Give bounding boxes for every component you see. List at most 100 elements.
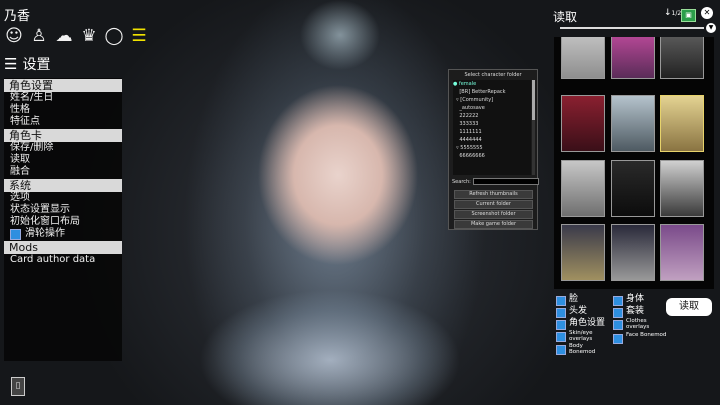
clothes-icon[interactable]: ♛ bbox=[79, 26, 99, 46]
character-card-thumb[interactable] bbox=[561, 160, 605, 217]
load-button[interactable]: 读取 bbox=[666, 298, 712, 316]
close-icon[interactable]: ✕ bbox=[701, 7, 713, 19]
folder-dialog: Select character folder ● female [BR] Be… bbox=[448, 69, 539, 230]
category-skin-eye-overlays[interactable]: Skin/eye overlays bbox=[556, 330, 609, 342]
face-icon[interactable]: ☺ bbox=[4, 26, 24, 46]
list-icon[interactable]: ☰ bbox=[129, 26, 149, 46]
category-character-settings-checkbox[interactable] bbox=[556, 320, 566, 330]
screenshot-folder-button[interactable]: Screenshot folder bbox=[454, 210, 533, 219]
category-clothes-overlays-checkbox[interactable] bbox=[613, 320, 623, 330]
settings-header: ☰ 设置 bbox=[4, 54, 50, 74]
category-body[interactable]: 身体 bbox=[613, 294, 644, 306]
menu-item-reset-window-layout[interactable]: 初始化窗口布局 bbox=[4, 216, 122, 228]
category-face-bonemod[interactable]: Face Bonemod bbox=[613, 332, 666, 344]
menu-item-traits[interactable]: 特征点 bbox=[4, 116, 122, 128]
character-card-thumb[interactable] bbox=[561, 37, 605, 79]
category-hair-checkbox[interactable] bbox=[556, 308, 566, 318]
menu-item-save-delete[interactable]: 保存/删除 bbox=[4, 142, 122, 154]
folder-item[interactable]: 66666666 bbox=[453, 152, 531, 160]
body-icon[interactable]: ♙ bbox=[29, 26, 49, 46]
character-name: 乃香 bbox=[4, 9, 31, 24]
character-card-thumb[interactable] bbox=[611, 224, 655, 281]
category-face-label: 脸 bbox=[569, 294, 579, 304]
folder-scrollbar[interactable] bbox=[532, 80, 535, 175]
character-card-thumb[interactable] bbox=[611, 95, 655, 152]
folder-icon[interactable]: ▣ bbox=[681, 9, 696, 22]
search-label: Search: bbox=[452, 178, 471, 185]
category-tabs: ☺ ♙ ☁ ♛ ◯ ☰ bbox=[4, 26, 149, 46]
list-icon: ☰ bbox=[4, 55, 18, 73]
character-card-thumb[interactable] bbox=[660, 160, 704, 217]
folder-item[interactable]: ● female bbox=[453, 80, 531, 88]
folder-item[interactable]: 333333 bbox=[453, 120, 531, 128]
headdress bbox=[300, 0, 380, 70]
category-character-settings-label: 角色设置 bbox=[569, 318, 606, 328]
category-outfit-checkbox[interactable] bbox=[613, 308, 623, 318]
category-face-bonemod-label: Face Bonemod bbox=[626, 332, 667, 338]
folder-list[interactable]: ● female [BR] BetterRepack ▿ [Community]… bbox=[453, 80, 531, 175]
section-system: 系统 bbox=[4, 179, 122, 192]
settings-title: 设置 bbox=[22, 57, 51, 73]
menu-item-load[interactable]: 读取 bbox=[4, 154, 122, 166]
menu-item-card-author-data[interactable]: Card author data bbox=[4, 254, 122, 266]
menu-item-name-birthday[interactable]: 姓名/生日 bbox=[4, 92, 122, 104]
category-face[interactable]: 脸 bbox=[556, 294, 578, 306]
category-hair[interactable]: 头发 bbox=[556, 306, 587, 318]
section-mods: Mods bbox=[4, 241, 122, 254]
menu-item-wheel-operation[interactable]: 滑轮操作 bbox=[4, 228, 122, 240]
category-body-bonemod-checkbox[interactable] bbox=[556, 345, 566, 355]
wheel-operation-checkbox[interactable] bbox=[10, 228, 21, 240]
current-folder-button[interactable]: Current folder bbox=[454, 200, 533, 209]
folder-item[interactable]: 1111111 bbox=[453, 128, 531, 136]
panel-slider[interactable] bbox=[560, 27, 704, 29]
category-body-label: 身体 bbox=[626, 294, 645, 304]
character-card-thumb[interactable] bbox=[660, 37, 704, 79]
search-input[interactable] bbox=[472, 178, 539, 185]
category-body-checkbox[interactable] bbox=[613, 296, 623, 306]
character-card-thumb[interactable] bbox=[660, 95, 704, 152]
section-character-card: 角色卡 bbox=[4, 129, 122, 142]
folder-item[interactable]: 222222 bbox=[453, 112, 531, 120]
category-hair-label: 头发 bbox=[569, 306, 588, 316]
category-character-settings[interactable]: 角色设置 bbox=[556, 318, 605, 330]
category-outfit-label: 套装 bbox=[626, 306, 645, 316]
refresh-thumbnails-button[interactable]: Refresh thumbnails bbox=[454, 190, 533, 199]
folder-item[interactable]: 4444444 bbox=[453, 136, 531, 144]
character-card-thumb[interactable] bbox=[611, 160, 655, 217]
sort-icon[interactable]: ↓1/2 bbox=[664, 8, 681, 18]
folder-scroll-thumb[interactable] bbox=[532, 80, 535, 120]
category-skin-eye-overlays-label: Skin/eye overlays bbox=[569, 330, 593, 342]
make-game-folder-button[interactable]: Make game folder bbox=[454, 220, 533, 229]
menu-item-status-display[interactable]: 状态设置显示 bbox=[4, 204, 122, 216]
character-card-thumb[interactable] bbox=[561, 95, 605, 152]
category-body-bonemod-label: Body Bonemod bbox=[569, 343, 596, 355]
hair-icon[interactable]: ☁ bbox=[54, 26, 74, 46]
accessory-icon[interactable]: ◯ bbox=[104, 26, 124, 46]
menu-item-merge[interactable]: 融合 bbox=[4, 166, 122, 178]
category-face-checkbox[interactable] bbox=[556, 296, 566, 306]
category-face-bonemod-checkbox[interactable] bbox=[613, 334, 623, 344]
category-outfit[interactable]: 套装 bbox=[613, 306, 644, 318]
category-clothes-overlays[interactable]: Clothes overlays bbox=[613, 318, 656, 330]
character-card-thumb[interactable] bbox=[660, 224, 704, 281]
category-clothes-overlays-label: Clothes overlays bbox=[626, 318, 650, 330]
chevron-down-icon[interactable]: ▼ bbox=[706, 23, 716, 33]
menu-item-options[interactable]: 选项 bbox=[4, 192, 122, 204]
folder-item[interactable]: ▿ 5555555 bbox=[453, 144, 531, 152]
category-skin-eye-overlays-checkbox[interactable] bbox=[556, 332, 566, 342]
section-character-settings: 角色设置 bbox=[4, 79, 122, 92]
folder-item[interactable]: [BR] BetterRepack bbox=[453, 88, 531, 96]
load-panel-title: 读取 bbox=[553, 10, 578, 24]
folder-item[interactable]: ▿ [Community] bbox=[453, 96, 531, 104]
exit-door-icon[interactable]: ▯ bbox=[11, 377, 25, 396]
folder-dialog-title: Select character folder bbox=[464, 72, 522, 78]
folder-search: Search: bbox=[452, 178, 539, 185]
card-grid bbox=[554, 37, 714, 289]
character-card-thumb[interactable] bbox=[611, 37, 655, 79]
folder-item[interactable]: _autosave bbox=[453, 104, 531, 112]
category-body-bonemod[interactable]: Body Bonemod bbox=[556, 343, 605, 355]
wheel-operation-label: 滑轮操作 bbox=[25, 228, 65, 239]
character-card-thumb[interactable] bbox=[561, 224, 605, 281]
settings-menu: 角色设置 姓名/生日 性格 特征点 角色卡 保存/删除 读取 融合 系统 选项 … bbox=[4, 78, 122, 361]
menu-item-personality[interactable]: 性格 bbox=[4, 104, 122, 116]
